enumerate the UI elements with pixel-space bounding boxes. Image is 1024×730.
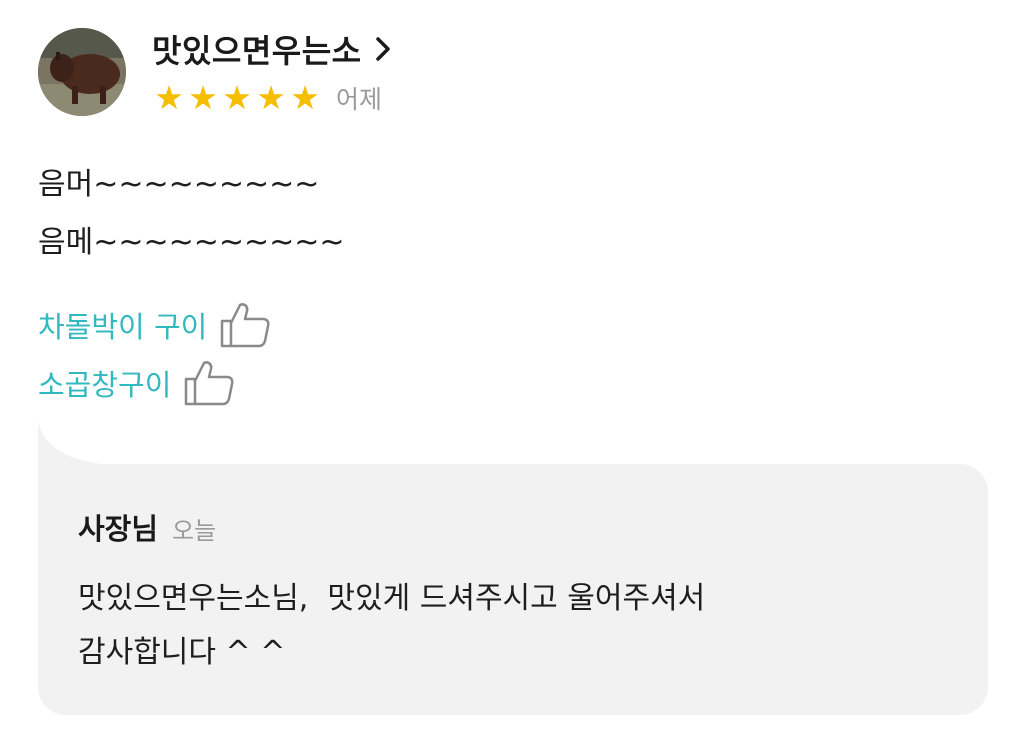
cow-photo [38, 28, 126, 116]
recommended-menu-list: 차돌박이 구이 소곱창구이 [38, 296, 271, 412]
owner-reply: 사장님 오늘 맛있으면우는소님, 맛있게 드셔주시고 울어주셔서 감사합니다 ^… [38, 420, 988, 715]
menu-item[interactable]: 차돌박이 구이 [38, 296, 271, 354]
reply-bubble: 사장님 오늘 맛있으면우는소님, 맛있게 드셔주시고 울어주셔서 감사합니다 ^… [38, 464, 988, 715]
star-icon: ★ [154, 78, 184, 117]
reviewer-profile-link[interactable]: 맛있으면우는소 [152, 26, 390, 72]
review-line: 음메~~~~~~~~~~ [38, 225, 345, 260]
star-icon: ★ [256, 78, 286, 117]
reply-date: 오늘 [172, 517, 217, 545]
reviewer-name: 맛있으면우는소 [152, 32, 362, 70]
review-line: 음머~~~~~~~~~ [38, 167, 320, 202]
reply-line: 맛있으면우는소님, 맛있게 드셔주시고 울어주셔서 [78, 581, 706, 616]
thumbs-up-icon [183, 359, 235, 407]
star-rating: ★ ★ ★ ★ ★ [152, 80, 322, 116]
reply-text: 맛있으면우는소님, 맛있게 드셔주시고 울어주셔서 감사합니다 ^ ^ [78, 572, 938, 680]
star-icon: ★ [290, 78, 320, 117]
review-date: 어제 [336, 85, 383, 114]
owner-name: 사장님 [78, 512, 159, 546]
reply-line: 감사합니다 ^ ^ [78, 635, 286, 670]
avatar[interactable] [38, 28, 126, 116]
star-icon: ★ [188, 78, 218, 117]
menu-item-name: 소곱창구이 [38, 368, 172, 402]
star-icon: ★ [222, 78, 252, 117]
chevron-right-icon [375, 37, 390, 61]
reply-header: 사장님 오늘 [78, 506, 216, 548]
menu-item[interactable]: 소곱창구이 [38, 354, 271, 412]
review-text: 음머~~~~~~~~~ 음메~~~~~~~~~~ [38, 156, 345, 272]
reply-bubble-tail [38, 420, 128, 468]
review-meta: ★ ★ ★ ★ ★ 어제 [152, 80, 382, 116]
menu-item-name: 차돌박이 구이 [38, 310, 208, 344]
thumbs-up-icon [219, 301, 271, 349]
